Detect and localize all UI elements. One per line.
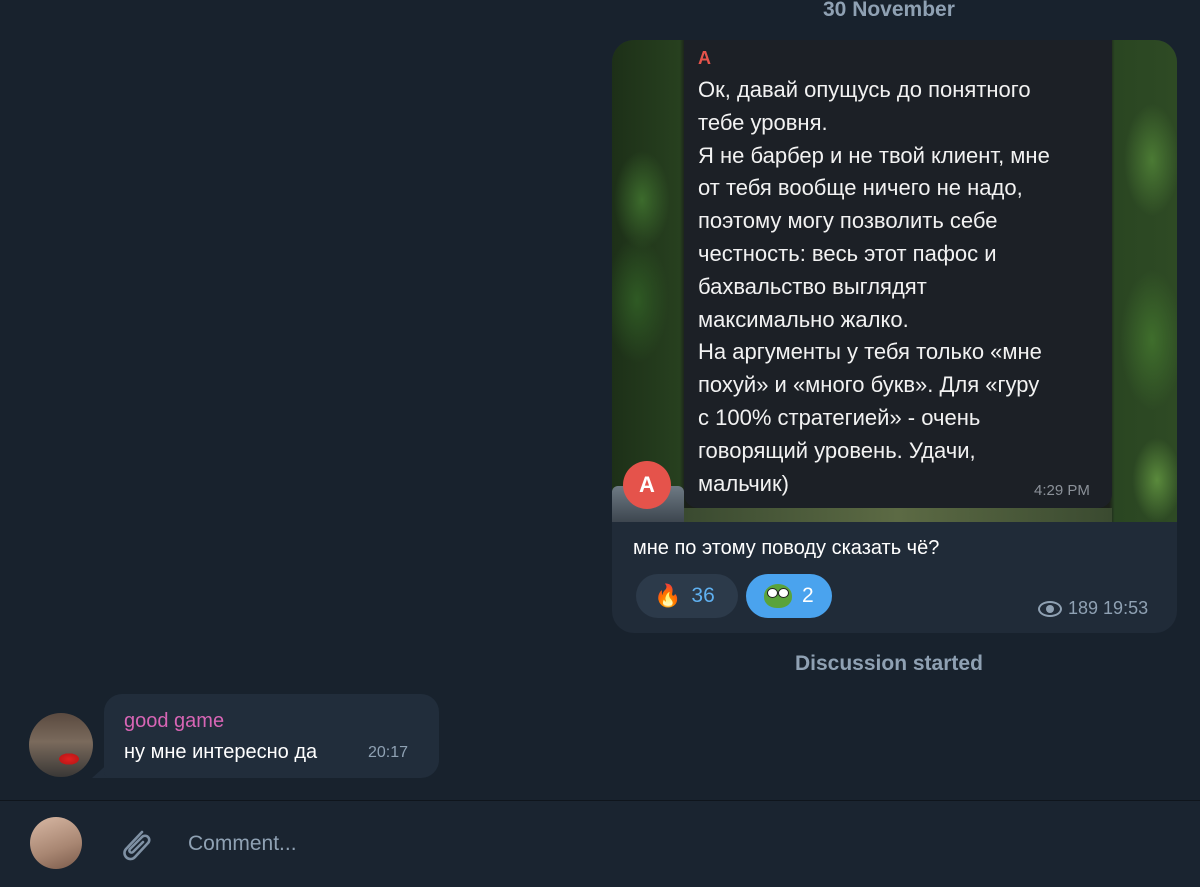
service-message: Discussion started (795, 652, 983, 675)
reaction-pepe[interactable]: 2 (746, 574, 832, 618)
pepe-emoji-icon (764, 584, 792, 608)
reaction-count: 2 (802, 584, 814, 607)
post-meta: 189 19:53 (1038, 598, 1148, 619)
post-time: 19:53 (1103, 598, 1149, 618)
date-label: 30 November (823, 0, 955, 21)
views-eye-icon (1038, 600, 1062, 617)
post-caption: мне по этому поводу сказать чё? (633, 537, 940, 559)
fire-emoji-icon: 🔥 (654, 583, 682, 608)
floor (684, 508, 1112, 522)
channel-post: A Ок, давай опущусь до понятного тебе ур… (612, 40, 1177, 633)
send-as-avatar[interactable] (30, 817, 82, 869)
comment-time: 20:17 (368, 744, 409, 761)
paperclip-icon[interactable] (114, 822, 158, 866)
quote-avatar: A (623, 461, 671, 509)
reaction-fire[interactable]: 🔥 36 (636, 574, 738, 618)
post-image[interactable]: A Ок, давай опущусь до понятного тебе ур… (612, 40, 1177, 522)
comment-input[interactable] (180, 824, 1096, 864)
views-count: 189 (1068, 598, 1099, 618)
commenter-avatar[interactable] (29, 713, 93, 777)
reaction-count: 36 (691, 584, 715, 607)
comment-author[interactable]: good game (124, 710, 224, 733)
quote-text: Ок, давай опущусь до понятного тебе уров… (698, 77, 1050, 496)
quote-time: 4:29 PM (1034, 482, 1090, 499)
quote-author: A (698, 48, 711, 68)
comment-text: ну мне интересно да (124, 741, 318, 763)
comment-bubble[interactable]: good game ну мне интересно да 20:17 (104, 694, 439, 778)
